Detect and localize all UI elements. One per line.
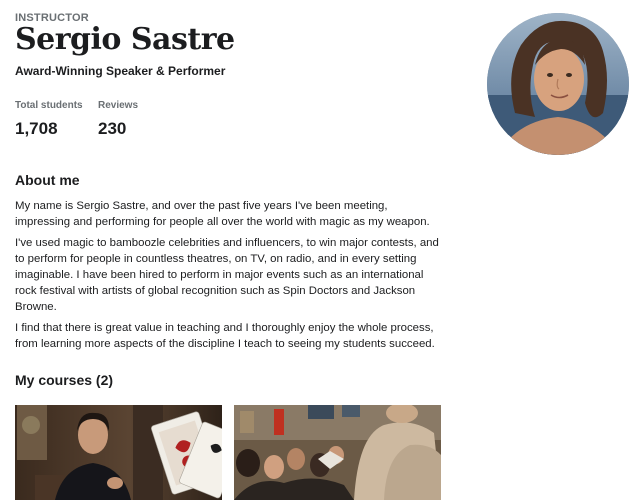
- bio-paragraph: I've used magic to bamboozle celebrities…: [15, 237, 439, 313]
- my-courses-heading: My courses (2): [15, 372, 114, 388]
- stage-performance-crowd-thumbnail: [234, 405, 441, 500]
- bio-paragraph: My name is Sergio Sastre, and over the p…: [15, 200, 430, 228]
- instructor-headline: Award-Winning Speaker & Performer: [15, 64, 226, 78]
- bio-paragraph: I find that there is great value in teac…: [15, 322, 435, 350]
- reviews-label: Reviews: [98, 100, 139, 111]
- about-me-text: My name is Sergio Sastre, and over the p…: [15, 198, 443, 357]
- course-card[interactable]: [234, 405, 441, 500]
- total-students-value: 1,708: [15, 119, 58, 138]
- instructor-name: Sergio Sastre: [15, 22, 235, 57]
- instructor-avatar: [487, 13, 629, 155]
- total-students-label: Total students: [15, 100, 83, 111]
- reviews-stat: Reviews 230: [98, 100, 138, 139]
- total-students-stat: Total students 1,708: [15, 100, 83, 139]
- instructor-portrait-icon: [487, 13, 629, 155]
- reviews-value: 230: [98, 119, 127, 138]
- magician-with-playing-cards-thumbnail: [15, 405, 222, 500]
- about-me-heading: About me: [15, 172, 80, 188]
- course-card[interactable]: [15, 405, 222, 500]
